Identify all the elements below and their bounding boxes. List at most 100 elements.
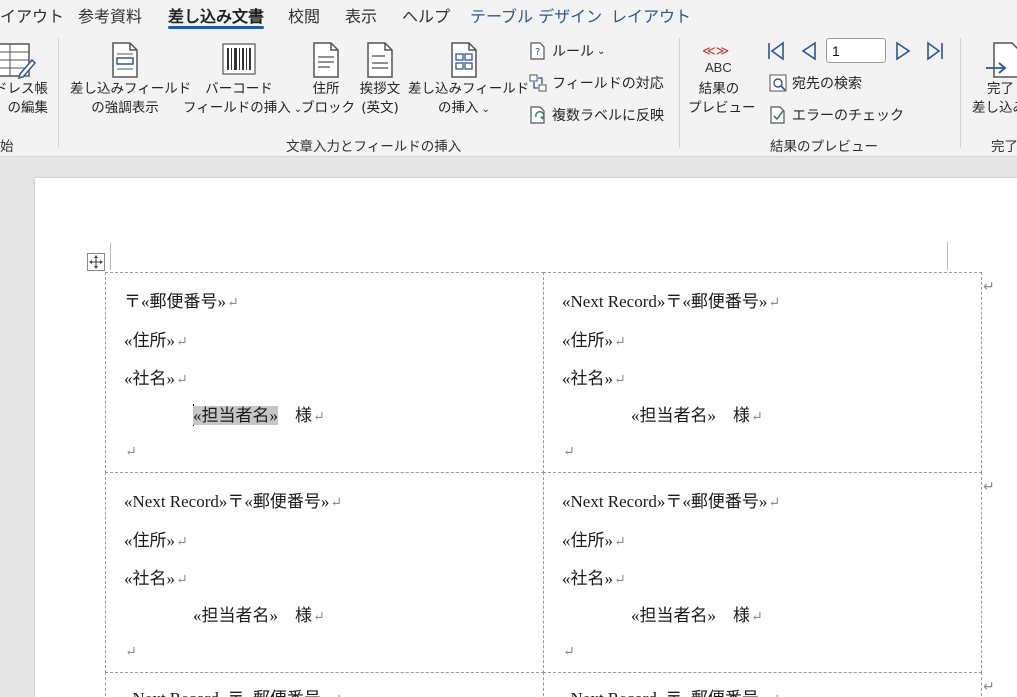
barcode-icon <box>222 43 256 75</box>
edit-recipient-list-label-2: の編集 <box>7 100 49 116</box>
margin-corner-mark <box>947 242 948 270</box>
contact-name-field[interactable]: «担当者名» 様↵ <box>631 401 763 426</box>
address-field[interactable]: «住所»↵ <box>562 526 626 551</box>
finish-merge-button[interactable]: 完了 差し込み <box>970 40 1017 118</box>
label-cell[interactable]: «Next Record»〒«郵便番号»↵ «住所»↵ «社名»↵ «担当者名»… <box>543 472 982 673</box>
paragraph-mark: ↵ <box>614 373 626 388</box>
greeting-line-button[interactable]: 挨拶文 (英文) <box>355 40 405 118</box>
paragraph-mark: ↵ <box>768 693 780 697</box>
empty-line: ↵ <box>562 441 575 461</box>
check-errors-icon <box>770 106 785 124</box>
next-record-postal-field[interactable]: «Next Record»〒«郵便番号»↵ <box>562 487 780 512</box>
address-field[interactable]: «住所»↵ <box>124 526 188 551</box>
match-fields-button[interactable]: フィールドの対応 <box>528 73 664 93</box>
abc-preview-icon-text: ABC <box>705 60 732 75</box>
address-block-button[interactable]: 住所 ブロック <box>301 40 355 118</box>
first-record-icon[interactable] <box>765 40 787 62</box>
update-labels-label: 複数ラベルに反映 <box>552 108 664 124</box>
label-cell[interactable]: «Next Record»〒«郵便番号»↵ «住所»↵ «社名»↵ «担当者名»… <box>105 472 544 673</box>
company-field[interactable]: «社名»↵ <box>124 564 188 589</box>
tab-layout-partial[interactable]: イアウト <box>0 3 64 27</box>
next-record-postal-field[interactable]: «Next Record»〒«郵便番号»↵ <box>124 684 342 697</box>
label-cell[interactable]: 〒«郵便番号»↵ «住所»↵ «社名»↵ «担当者名» 様↵ ↵ <box>105 272 544 473</box>
insert-merge-field-icon <box>451 42 477 78</box>
paragraph-mark: ↵ <box>176 335 188 350</box>
paragraph-mark: ↵ <box>614 573 626 588</box>
company-field[interactable]: «社名»↵ <box>124 364 188 389</box>
label-table: 〒«郵便番号»↵ «住所»↵ «社名»↵ «担当者名» 様↵ ↵ «Next R… <box>105 272 982 697</box>
tab-table-layout[interactable]: レイアウト <box>611 3 691 27</box>
address-field[interactable]: «住所»↵ <box>562 326 626 351</box>
insert-barcode-field-button[interactable]: バーコード フィールドの挿入 ⌄ <box>183 40 302 119</box>
label-cell[interactable]: «Next Record»〒«郵便番号»↵ <box>105 672 544 697</box>
group-label-write-insert: 文章入力とフィールドの挿入 <box>286 139 462 155</box>
tab-help[interactable]: ヘルプ <box>402 3 450 27</box>
address-block-label-1: 住所 <box>312 81 340 97</box>
chevron-down-icon: ⌄ <box>597 45 606 57</box>
find-recipient-button[interactable]: 宛先の検索 <box>768 73 862 93</box>
company-field[interactable]: «社名»↵ <box>562 364 626 389</box>
ribbon-separator <box>58 38 59 148</box>
empty-line: ↵ <box>562 641 575 661</box>
table-move-handle[interactable] <box>87 253 105 271</box>
preview-results-button[interactable]: ≪≫ ABC 結果の プレビュー <box>688 42 756 118</box>
paragraph-mark: ↵ <box>176 573 188 588</box>
address-field[interactable]: «住所»↵ <box>124 326 188 351</box>
contact-name-field[interactable]: «担当者名» 様↵ <box>193 401 325 426</box>
tab-review[interactable]: 校閲 <box>288 3 320 27</box>
label-cell[interactable]: «Next Record»〒«郵便番号»↵ <box>543 672 982 697</box>
postal-code-field[interactable]: 〒«郵便番号»↵ <box>124 287 239 312</box>
address-book-edit-icon <box>0 43 36 80</box>
contact-name-field[interactable]: «担当者名» 様↵ <box>631 601 763 626</box>
address-block-icon <box>313 42 339 78</box>
find-recipient-icon <box>769 74 787 92</box>
selected-merge-field[interactable]: «担当者名» <box>193 406 278 425</box>
abc-preview-icon: ≪≫ ABC <box>702 44 732 75</box>
tab-references[interactable]: 参考資料 <box>78 3 142 27</box>
check-errors-button[interactable]: エラーのチェック <box>768 105 904 125</box>
tab-view[interactable]: 表示 <box>345 3 377 27</box>
address-block-label-2: ブロック <box>301 100 355 116</box>
next-record-postal-field[interactable]: «Next Record»〒«郵便番号»↵ <box>124 487 342 512</box>
tab-table-design[interactable]: テーブル デザイン <box>470 3 602 27</box>
group-label-start: 始 <box>0 139 14 155</box>
ribbon-tab-bar: イアウト 参考資料 差し込み文書 校閲 表示 ヘルプ テーブル デザイン レイア… <box>0 0 1017 30</box>
finish-merge-label-2: 差し込み <box>972 100 1017 116</box>
finish-merge-icon <box>986 42 1017 78</box>
tab-mailings[interactable]: 差し込み文書 <box>168 3 264 27</box>
rules-button[interactable]: ? ルール ⌄ <box>528 41 605 61</box>
paragraph-mark: ↵ <box>176 373 188 388</box>
insert-merge-field-button[interactable]: 差し込みフィールド の挿入 ⌄ <box>408 40 529 119</box>
label-cell[interactable]: «Next Record»〒«郵便番号»↵ «住所»↵ «社名»↵ «担当者名»… <box>543 272 982 473</box>
insert-merge-field-label-2: の挿入 ⌄ <box>438 100 490 116</box>
greeting-line-label-1: 挨拶文 <box>359 81 401 97</box>
next-record-postal-field[interactable]: «Next Record»〒«郵便番号»↵ <box>562 287 780 312</box>
paragraph-mark: ↵ <box>313 610 325 625</box>
paragraph-mark: ↵ <box>563 445 575 460</box>
match-fields-label: フィールドの対応 <box>552 76 664 92</box>
paragraph-mark: ↵ <box>563 645 575 660</box>
paragraph-mark: ↵ <box>313 410 325 425</box>
match-fields-icon <box>529 74 547 92</box>
previous-record-icon[interactable] <box>798 40 820 62</box>
update-labels-button[interactable]: 複数ラベルに反映 <box>528 105 664 125</box>
honorific-text: 様 <box>733 606 750 625</box>
next-record-postal-field[interactable]: «Next Record»〒«郵便番号»↵ <box>562 684 780 697</box>
end-of-row-mark: ↵ <box>983 279 995 295</box>
record-number-input[interactable] <box>826 38 886 63</box>
highlight-merge-fields-button[interactable]: 差し込みフィールド の強調表示 <box>70 40 191 118</box>
chevron-down-icon: ⌄ <box>481 104 490 115</box>
edit-recipient-list-button[interactable]: ドレス帳 の編集 <box>0 40 48 118</box>
preview-results-label-1: 結果の <box>698 81 740 97</box>
preview-results-label-2: プレビュー <box>688 100 756 116</box>
ribbon-separator <box>679 38 680 148</box>
greeting-line-label-2: (英文) <box>361 100 399 116</box>
end-of-row-mark: ↵ <box>983 479 995 495</box>
next-record-icon[interactable] <box>892 40 914 62</box>
last-record-icon[interactable] <box>924 40 946 62</box>
honorific-text: 様 <box>733 406 750 425</box>
company-field[interactable]: «社名»↵ <box>562 564 626 589</box>
svg-text:?: ? <box>535 47 540 58</box>
contact-name-field[interactable]: «担当者名» 様↵ <box>193 601 325 626</box>
ribbon: ドレス帳 の編集 始 差し込みフィールド の強調表示 バーコード フィールドの挿… <box>0 30 1017 157</box>
